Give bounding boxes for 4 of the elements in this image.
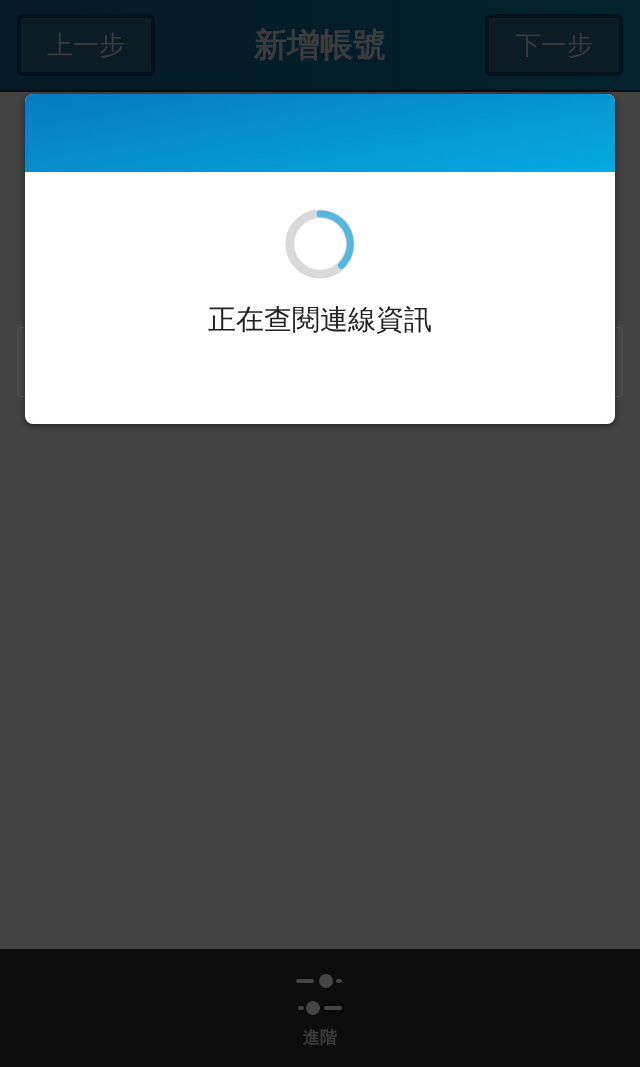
loading-message: 正在查閱連線資訊: [208, 302, 432, 338]
sliders-icon: [296, 973, 344, 1016]
loading-spinner-icon: [283, 207, 357, 281]
screen-title: 新增帳號: [254, 23, 386, 66]
